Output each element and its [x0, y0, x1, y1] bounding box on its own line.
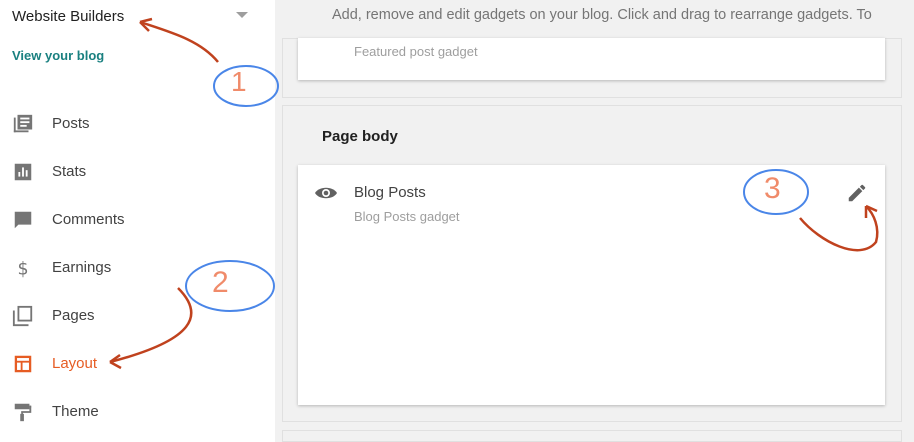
posts-icon [13, 114, 33, 133]
sidebar-item-label: Comments [52, 210, 125, 228]
pages-icon [12, 305, 33, 327]
view-blog-link[interactable]: View your blog [12, 48, 104, 63]
sidebar-item-label: Layout [52, 354, 98, 372]
sidebar: Website Builders View your blog Posts St… [0, 0, 275, 442]
sidebar-item-label: Theme [52, 402, 99, 420]
layout-icon [14, 355, 32, 373]
next-section [282, 430, 902, 442]
featured-gadget-subtitle: Featured post gadget [354, 44, 478, 59]
page-body-title: Page body [322, 128, 398, 145]
sidebar-item-pages[interactable]: Pages [0, 299, 275, 331]
sidebar-item-posts[interactable]: Posts [0, 107, 275, 139]
featured-gadget-card[interactable]: Featured post gadget [298, 38, 885, 80]
sidebar-item-layout[interactable]: Layout [0, 347, 275, 379]
sidebar-item-earnings[interactable]: $ Earnings [0, 251, 275, 283]
blog-posts-gadget-card[interactable]: Blog Posts Blog Posts gadget [298, 165, 885, 405]
sidebar-item-label: Earnings [52, 258, 112, 276]
gadget-subtitle: Blog Posts gadget [354, 209, 460, 224]
layout-hint: Add, remove and edit gadgets on your blo… [332, 7, 872, 23]
sidebar-item-label: Stats [52, 162, 87, 180]
sidebar-item-label: Pages [52, 306, 95, 324]
svg-text:$: $ [18, 259, 29, 279]
blog-selector[interactable]: Website Builders [12, 6, 252, 26]
stats-icon [14, 163, 32, 181]
theme-icon [14, 403, 32, 422]
gadget-title: Blog Posts [354, 184, 426, 201]
sidebar-item-label: Posts [52, 114, 90, 132]
chevron-down-icon [236, 12, 248, 18]
eye-icon[interactable] [314, 183, 338, 203]
blog-name: Website Builders [12, 7, 125, 25]
sidebar-item-comments[interactable]: Comments [0, 203, 275, 235]
sidebar-item-stats[interactable]: Stats [0, 155, 275, 187]
sidebar-item-theme[interactable]: Theme [0, 395, 275, 427]
earnings-icon: $ [18, 259, 29, 279]
comments-icon [14, 211, 32, 229]
edit-pencil-icon[interactable] [846, 182, 868, 204]
